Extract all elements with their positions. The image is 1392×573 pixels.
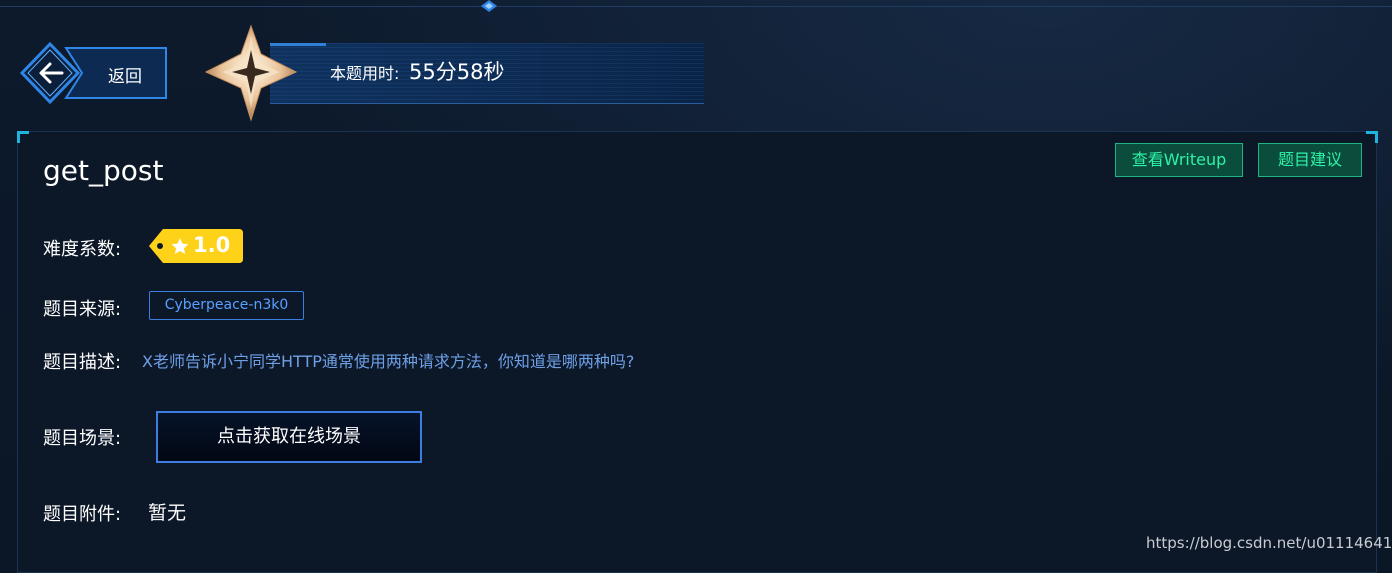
view-writeup-button[interactable]: 查看Writeup (1115, 143, 1243, 177)
source-tag: Cyberpeace-n3k0 (149, 291, 304, 320)
source-label: 题目来源: (43, 299, 122, 320)
top-divider (0, 6, 1392, 7)
medal-star-icon (204, 24, 298, 122)
timer-label: 本题用时: (330, 64, 400, 83)
top-gem-icon (481, 0, 497, 12)
suggest-button[interactable]: 题目建议 (1258, 143, 1362, 177)
difficulty-value: 1.0 (193, 233, 231, 257)
get-scene-button[interactable]: 点击获取在线场景 (156, 411, 422, 463)
description-text: X老师告诉小宁同学HTTP通常使用两种请求方法，你知道是哪两种吗? (142, 352, 635, 371)
back-button[interactable]: 返回 (16, 42, 168, 104)
timer-value: 55分58秒 (409, 60, 505, 84)
difficulty-label: 难度系数: (43, 239, 122, 260)
watermark-text: https://blog.csdn.net/u011146416 (1146, 534, 1392, 552)
attachment-value: 暂无 (148, 502, 187, 524)
panel-corner-decoration (1366, 131, 1378, 143)
back-arrow-icon (39, 62, 64, 84)
back-button-label: 返回 (108, 67, 142, 87)
challenge-title: get_post (43, 154, 164, 187)
description-label: 题目描述: (43, 352, 122, 373)
scene-label: 题目场景: (43, 428, 122, 449)
attachment-label: 题目附件: (43, 504, 122, 525)
panel-corner-decoration (17, 131, 29, 143)
